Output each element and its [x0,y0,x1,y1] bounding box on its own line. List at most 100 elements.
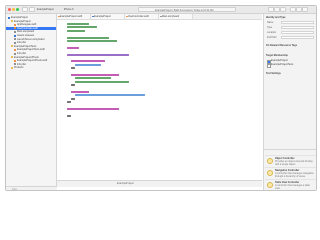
inspector-field[interactable] [281,31,314,34]
navigator-item[interactable]: ExampleProjectUITests.swift [6,59,56,62]
library-item[interactable]: Navigation Controller A controller that m… [265,167,316,179]
activity-viewer: ExampleProject | Build Succeeded | Today… [138,7,236,12]
navigator-item[interactable]: ExampleProjectTests [6,45,56,48]
inspector-row-label: Location [267,31,277,34]
code-line [67,114,71,117]
file-icon [14,41,16,44]
code-line [67,53,129,56]
file-icon [14,52,16,55]
navigator-item[interactable]: Main.storyboard [6,30,56,33]
stop-icon[interactable] [29,7,35,12]
activity-status: ExampleProject | Build Succeeded | Today… [155,8,214,12]
navigator-item[interactable]: Products [6,66,56,69]
editor-version-icon[interactable] [280,7,286,12]
navigator-item-label: ExampleProjectUITests.swift [17,59,48,63]
tab-item[interactable]: ExampleProject.swift [57,14,91,19]
inspector-doc-heading: On Demand Resource Tags [266,44,298,47]
minimize-window-button[interactable] [12,8,15,11]
debug-bar: ExampleProject [57,180,262,187]
file-icon [11,45,13,48]
code-line [75,63,101,66]
library-item-desc: A controller that manages a table view. [275,184,310,190]
navigator-filter-input[interactable]: Filter [12,188,17,191]
zoom-window-button[interactable] [16,8,19,11]
code-line [71,67,75,70]
library-item-desc: Provides an object-oriented binding with… [275,160,313,166]
tab-label: ExampleProject.swift [60,15,83,18]
inspector-row-label: Type [267,26,273,29]
code-line [67,40,117,42]
close-window-button[interactable] [8,8,11,11]
inspector-field[interactable] [281,21,314,24]
navigator-item-label: ExampleProjectTests [14,44,37,48]
code-line [67,29,85,32]
code-line [67,108,119,110]
inspector-identity-heading: Identity and Type [266,16,286,19]
navigator-item-label: Info.plist [17,62,26,66]
code-line [71,84,75,87]
inspector-target-heading: Target Membership [266,54,288,57]
inspector-row-label: Full Path [267,36,277,39]
navigator-item[interactable]: ViewController.swift [6,26,56,30]
code-line [67,36,109,39]
navigator-item[interactable]: ExampleProjectUITests [6,56,56,59]
debug-scheme-label: ExampleProject [117,182,134,185]
tab-item[interactable]: ExampleProject [91,14,125,19]
navigator-item-label: ViewController.swift [17,26,38,30]
file-icon [8,16,10,19]
xcode-window: ExampleProject iPhone 6 ExampleProject |… [5,5,317,191]
file-icon [14,48,16,51]
utilities-toggle-icon[interactable] [302,7,308,12]
destination-selector[interactable]: iPhone 6 [64,8,73,11]
navigator-item[interactable]: ExampleProjectTests.swift [6,48,56,51]
navigator-item-label: Products [14,66,24,70]
navigator-item[interactable]: Info.plist [6,41,56,44]
object-icon [267,170,273,176]
inspector-row-label: Name [267,21,274,24]
tab-label: ExampleProject [94,15,111,18]
file-icon [11,66,13,69]
run-icon[interactable] [22,7,28,12]
code-line [67,26,97,29]
library-item[interactable]: Table View Controller A controller that m… [265,179,316,190]
object-icon [267,158,273,164]
scheme-selector[interactable]: ExampleProject [37,8,54,11]
code-line [71,91,89,93]
code-line [75,94,145,97]
navigator-item-label: Info.plist [17,41,26,45]
code-line [67,101,71,104]
inspector-divider [264,149,316,150]
navigator-item-label: Info.plist [17,52,26,55]
inspector-field[interactable] [281,36,314,39]
code-line [71,74,119,76]
inspector-field[interactable] [281,26,314,29]
tab-item[interactable]: ViewController.swift [125,14,159,19]
code-line [75,77,111,80]
navigator-item-label: ExampleProject [11,16,28,19]
navigator-item[interactable]: LaunchScreen.storyboard [6,38,56,41]
navigator-item[interactable]: Assets.xcassets [6,34,56,37]
navigator-item[interactable]: Info.plist [6,63,56,66]
code-line [67,23,89,25]
inspector-text-heading: Text Settings [266,72,281,75]
tab-item[interactable]: Main.storyboard [159,14,193,19]
code-line [75,80,129,83]
file-icon [14,63,16,66]
file-icon [14,59,16,62]
navigator-item-label: ExampleProjectUITests [14,55,39,59]
library-item[interactable]: Object Controller Provides an object-orie… [265,155,316,167]
file-inspector: Identity and Type Name Type Location Full P… [263,14,316,190]
navigator-item-label: AppDelegate.swift [17,23,37,27]
file-icon [14,38,16,41]
navigator-item[interactable]: ExampleProject [6,16,56,19]
object-icon [267,182,273,188]
target-label: ExampleProjectTests [271,63,294,66]
navigator-item[interactable]: AppDelegate.swift [6,23,56,26]
navigator-item[interactable]: Info.plist [6,52,56,55]
source-editor[interactable] [57,20,262,180]
file-icon [14,23,16,26]
navigator-item-label: LaunchScreen.storyboard [17,37,45,41]
navigator-item[interactable]: ExampleProject [6,20,56,23]
code-line [67,46,79,49]
navigator-item-label: Assets.xcassets [17,34,35,37]
